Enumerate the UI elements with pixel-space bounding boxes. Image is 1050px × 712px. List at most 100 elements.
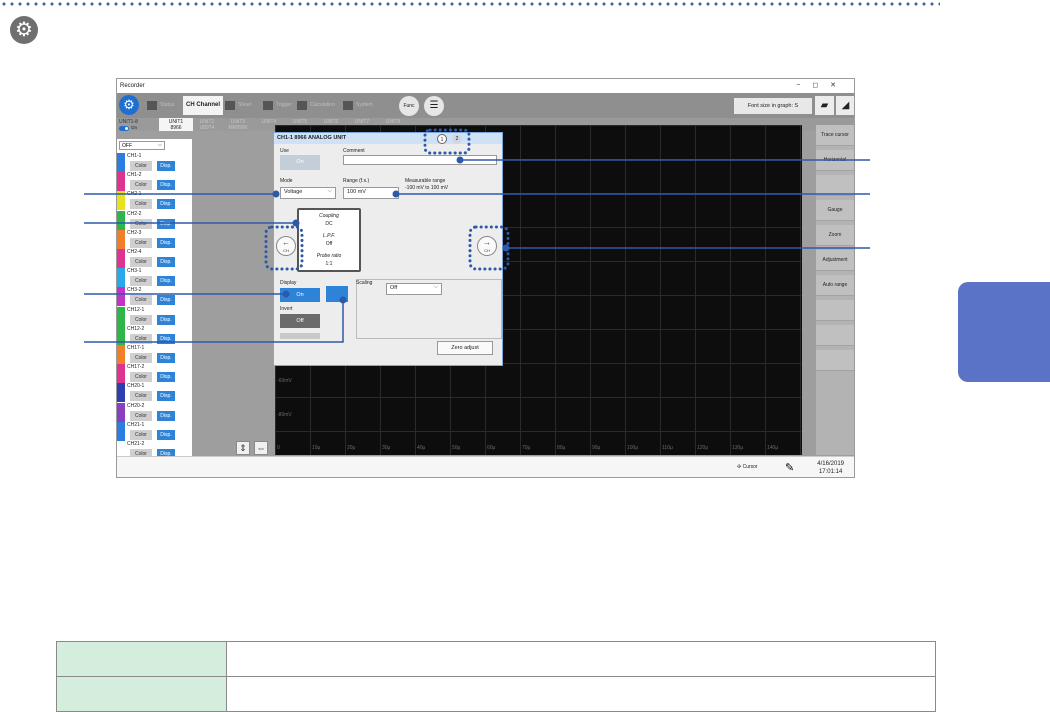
channel-color-button[interactable]: Color bbox=[130, 333, 152, 344]
use-label: Use bbox=[280, 148, 289, 154]
page-1-button[interactable]: 1 bbox=[437, 134, 447, 144]
channel-color-button[interactable]: Color bbox=[130, 257, 152, 267]
channel-color-button[interactable]: Color bbox=[130, 199, 152, 210]
channel-disp-button[interactable]: Disp. bbox=[157, 257, 175, 267]
right-panel-button[interactable]: Trace cursor bbox=[816, 125, 854, 146]
horizontal-resize-icon[interactable]: ⇔ bbox=[254, 441, 268, 455]
invert-toggle[interactable]: Off bbox=[280, 314, 320, 328]
channel-row[interactable]: CH21-1 Color Disp. bbox=[117, 421, 192, 441]
display-toggle[interactable]: On bbox=[280, 288, 320, 302]
zero-adjust-button[interactable]: Zero adjust bbox=[437, 341, 493, 355]
channel-color-button[interactable]: Color bbox=[130, 237, 152, 248]
channel-row[interactable]: CH2-2 Color Disp. bbox=[117, 210, 192, 230]
right-panel-button[interactable]: Auto range bbox=[816, 275, 854, 296]
channel-row[interactable]: CH2-3 Color Disp. bbox=[117, 229, 192, 249]
channel-color-button[interactable]: Color bbox=[130, 410, 152, 421]
close-icon[interactable]: ✕ bbox=[830, 82, 848, 89]
right-panel-button[interactable] bbox=[816, 325, 854, 346]
channel-row[interactable]: CH2-1 Color Disp. bbox=[117, 191, 192, 211]
window-controls[interactable]: −◻✕ bbox=[796, 79, 848, 93]
channel-row[interactable]: CH3-2 Color Disp. bbox=[117, 287, 192, 307]
mode-dropdown[interactable]: Voltage bbox=[280, 187, 336, 199]
previous-channel-button[interactable]: ← CH bbox=[276, 236, 296, 256]
func-button[interactable]: Func bbox=[399, 96, 419, 116]
maximize-icon[interactable]: ◻ bbox=[812, 82, 830, 89]
channel-row[interactable]: CH20-1 Color Disp. bbox=[117, 383, 192, 403]
channel-row[interactable]: CH1-2 Color Disp. bbox=[117, 172, 192, 192]
ch-all-toggle[interactable] bbox=[119, 126, 129, 131]
channel-disp-button[interactable]: Disp. bbox=[157, 372, 175, 383]
coupling-summary[interactable]: Coupling DC L.P.F. Off Probe ratio 1:1 bbox=[297, 208, 361, 272]
channel-color-button[interactable]: Color bbox=[130, 391, 152, 402]
channel-disp-button[interactable]: Disp. bbox=[157, 180, 175, 191]
channel-row[interactable]: CH1-1 Color Disp. bbox=[117, 153, 192, 172]
scaling-dropdown[interactable]: Off bbox=[386, 283, 442, 295]
channel-color-button[interactable]: Color bbox=[130, 218, 152, 229]
channel-color-button[interactable]: Color bbox=[130, 161, 152, 171]
list-icon[interactable]: ☰ bbox=[424, 96, 444, 116]
page-2-button[interactable]: 2 bbox=[452, 134, 462, 144]
pen-icon[interactable]: ✎ bbox=[785, 461, 794, 474]
right-panel-button[interactable]: Gauge bbox=[816, 200, 854, 221]
expand-icon[interactable]: ◢ bbox=[836, 96, 854, 115]
toolbar-sheet[interactable]: Sheet bbox=[225, 96, 251, 115]
channel-disp-button[interactable]: Disp. bbox=[157, 276, 175, 287]
channel-list: OFF CH1-1ColorDisp.CH1-2ColorDisp.CH2-1C… bbox=[117, 139, 192, 460]
channel-row[interactable]: CH2-4 Color Disp. bbox=[117, 249, 192, 268]
range-dropdown[interactable]: 100 mV bbox=[343, 187, 399, 199]
vertical-resize-icon[interactable]: ⇕ bbox=[236, 441, 250, 455]
ch-icon: CH bbox=[186, 102, 195, 108]
channel-color-button[interactable]: Color bbox=[130, 180, 152, 191]
unit-tab-3[interactable]: UNIT3 MR8990 bbox=[221, 118, 255, 131]
legend-key bbox=[56, 641, 227, 677]
channel-color-button[interactable]: Color bbox=[130, 429, 152, 440]
display-color-button[interactable] bbox=[326, 286, 348, 302]
channel-color-button[interactable]: Color bbox=[130, 353, 152, 363]
channel-disp-button[interactable]: Disp. bbox=[157, 410, 175, 421]
channel-disp-button[interactable]: Disp. bbox=[157, 295, 175, 306]
right-panel-button[interactable]: Horizontal bbox=[816, 150, 854, 171]
right-panel-button[interactable]: Zoom bbox=[816, 225, 854, 246]
channel-color-button[interactable]: Color bbox=[130, 372, 152, 383]
toolbar-calculation[interactable]: Calculation bbox=[297, 96, 335, 115]
channel-disp-button[interactable]: Disp. bbox=[157, 314, 175, 325]
toolbar-status[interactable]: Status bbox=[147, 96, 174, 115]
toolbar-channel[interactable]: CH Channel bbox=[183, 96, 224, 115]
channel-filter-dropdown[interactable]: OFF bbox=[119, 141, 165, 150]
next-channel-button[interactable]: → CH bbox=[477, 236, 497, 256]
right-panel-button[interactable] bbox=[816, 175, 854, 196]
toolbar-trigger[interactable]: Trigger bbox=[263, 96, 292, 115]
right-panel-button[interactable] bbox=[816, 350, 854, 371]
x-axis-label: 90μ bbox=[592, 445, 601, 451]
channel-disp-button[interactable]: Disp. bbox=[157, 429, 175, 440]
toolbar-system[interactable]: System bbox=[343, 96, 373, 115]
channel-disp-button[interactable]: Disp. bbox=[157, 218, 175, 229]
channel-disp-button[interactable]: Disp. bbox=[157, 199, 175, 210]
channel-row[interactable]: CH12-1 Color Disp. bbox=[117, 306, 192, 326]
channel-disp-button[interactable]: Disp. bbox=[157, 333, 175, 344]
comment-input[interactable] bbox=[343, 155, 497, 165]
channel-color-button[interactable]: Color bbox=[130, 295, 152, 306]
settings-button[interactable]: ⚙ bbox=[119, 95, 139, 115]
font-size-button[interactable]: Font size in graph: S bbox=[734, 98, 812, 114]
channel-row[interactable]: CH3-1 Color Disp. bbox=[117, 268, 192, 288]
channel-disp-button[interactable]: Disp. bbox=[157, 161, 175, 171]
channel-row[interactable]: CH12-2 Color Disp. bbox=[117, 325, 192, 345]
cursor-status[interactable]: ✣ Cursor bbox=[737, 464, 758, 470]
channel-disp-button[interactable]: Disp. bbox=[157, 237, 175, 248]
channel-settings-dialog: CH1-1 8966 ANALOG UNIT 1 2 Use On Commen… bbox=[273, 132, 503, 366]
channel-disp-button[interactable]: Disp. bbox=[157, 353, 175, 363]
unit-tab-1[interactable]: UNIT1 8966 bbox=[159, 118, 193, 131]
channel-disp-button[interactable]: Disp. bbox=[157, 391, 175, 402]
right-panel-button[interactable]: Adjustment bbox=[816, 250, 854, 271]
channel-color-button[interactable]: Color bbox=[130, 314, 152, 325]
use-toggle[interactable]: On bbox=[280, 155, 320, 170]
channel-row[interactable]: CH20-2 Color Disp. bbox=[117, 402, 192, 422]
channel-color-button[interactable]: Color bbox=[130, 276, 152, 287]
folder-icon[interactable]: ▰ bbox=[815, 96, 834, 115]
channel-row[interactable]: CH17-1 Color Disp. bbox=[117, 345, 192, 364]
minimize-icon[interactable]: − bbox=[796, 82, 812, 89]
channel-row[interactable]: CH17-2 Color Disp. bbox=[117, 364, 192, 384]
right-panel-button[interactable] bbox=[816, 300, 854, 321]
unit-tab-2[interactable]: UNIT2 U8974 bbox=[190, 118, 224, 131]
